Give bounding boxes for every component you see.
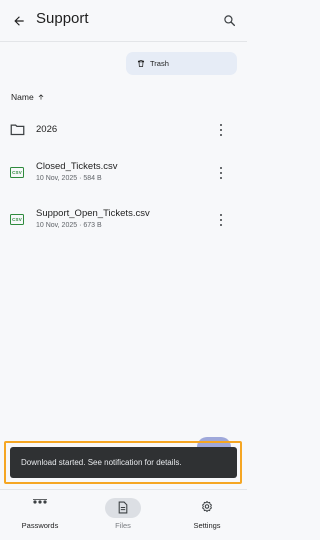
item-name: Support_Open_Tickets.csv (36, 208, 150, 219)
nav-settings[interactable]: Settings (167, 490, 247, 540)
more-options-icon[interactable] (216, 166, 226, 180)
item-meta: 10 Nov, 2025 · 584 B (36, 175, 102, 182)
list-item[interactable]: CSV Support_Open_Tickets.csv 10 Nov, 202… (0, 199, 247, 239)
item-meta: 10 Nov, 2025 · 673 B (36, 222, 102, 229)
list-item[interactable]: CSV Closed_Tickets.csv 10 Nov, 2025 · 58… (0, 152, 247, 192)
document-icon (118, 501, 129, 514)
folder-icon (10, 123, 25, 141)
more-options-icon[interactable] (216, 123, 226, 137)
nav-files[interactable]: Files (83, 490, 163, 540)
arrow-up-icon (37, 93, 45, 101)
snackbar: Download started. See notification for d… (10, 447, 237, 478)
csv-icon: CSV (10, 167, 24, 178)
csv-icon: CSV (10, 214, 24, 225)
dots-icon (32, 499, 48, 505)
sort-by-name[interactable]: Name (11, 92, 45, 102)
bottom-nav: Passwords Files Settings (0, 489, 247, 540)
item-name: 2026 (36, 124, 58, 135)
search-icon[interactable] (220, 11, 238, 29)
trash-button[interactable]: Trash (126, 52, 237, 75)
list-item[interactable]: 2026 (0, 110, 247, 150)
snackbar-message: Download started. See notification for d… (21, 458, 182, 467)
item-name: Closed_Tickets.csv (36, 161, 118, 172)
app-bar: Support (0, 0, 247, 42)
page-title: Support (36, 10, 89, 27)
trash-label: Trash (150, 59, 169, 68)
gear-icon (201, 500, 214, 513)
more-options-icon[interactable] (216, 213, 226, 227)
nav-passwords[interactable]: Passwords (0, 490, 80, 540)
nav-label: Passwords (21, 521, 59, 530)
arrow-left-icon[interactable] (9, 11, 29, 31)
sort-label: Name (11, 92, 34, 102)
nav-label: Files (115, 521, 131, 530)
trash-icon (137, 59, 146, 68)
nav-label: Settings (193, 521, 221, 530)
